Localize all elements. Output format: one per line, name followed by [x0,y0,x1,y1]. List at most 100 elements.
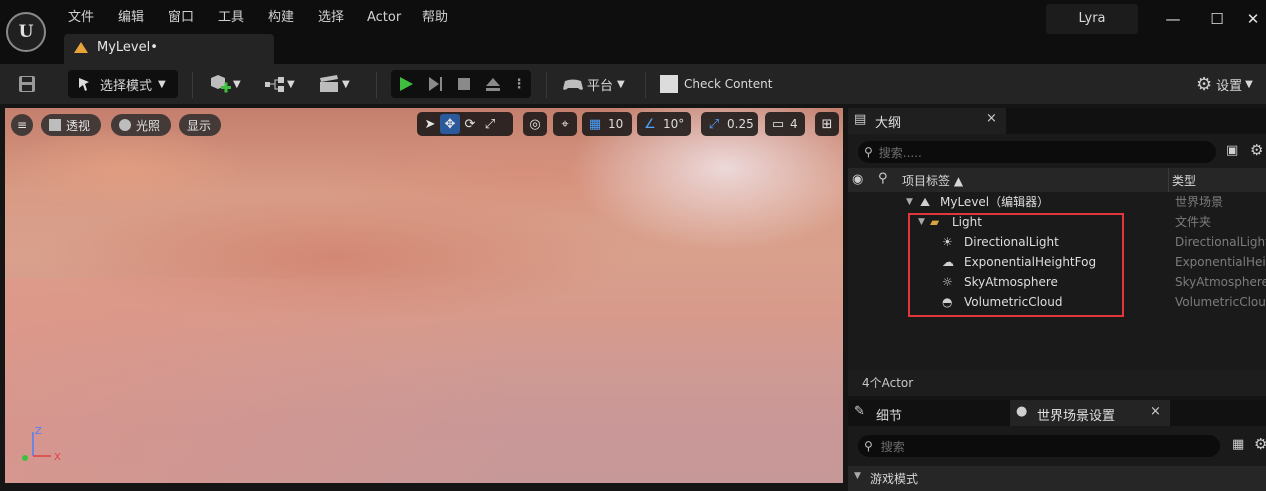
axis-x-label: X [54,452,61,463]
row-type: 文件夹 [1175,215,1212,229]
sky-haze [5,278,843,483]
viewport-layout-button[interactable]: ⊞ [815,112,839,136]
outliner-search-input[interactable]: ⚲ 搜索..... [858,141,1216,163]
outliner-tabstrip: ▤ 大纲 × [848,108,1266,134]
outliner-panel: ▤ 大纲 × ⚲ 搜索..... ▣ ⚙ ◉ ⚲ 项目标签 ▲ 类型 ▼ ⛰ M… [848,108,1266,396]
menu-edit[interactable]: 编辑 [118,8,144,28]
menu-file[interactable]: 文件 [68,8,94,28]
project-name: Lyra [1046,4,1138,34]
tab-details[interactable]: 细节 [876,405,902,424]
gear-icon[interactable]: ⚙ [1254,435,1266,453]
minimize-button[interactable]: — [1158,6,1188,32]
save-button[interactable] [14,70,40,98]
column-divider [1168,168,1169,192]
blueprint-button[interactable]: ▼ [263,70,303,98]
angle-icon: ∠ [644,116,656,132]
pin-icon[interactable]: ⚲ [878,171,888,186]
menu-window[interactable]: 窗口 [168,8,194,28]
level-tab[interactable]: MyLevel• [64,34,274,64]
close-window-button[interactable]: ✕ [1238,6,1266,32]
camera-icon: ▭ [771,116,785,132]
lit-button[interactable]: 光照 [111,114,171,136]
viewport-menu-button[interactable]: ≡ [11,114,33,136]
check-content-icon [660,75,678,93]
tab-world-settings[interactable]: ● 世界场景设置 × [1010,400,1170,426]
scale-snap[interactable]: ⤢ 0.25 [701,112,758,136]
grid-snap[interactable]: ▦ 10 [582,112,632,136]
more-options-icon[interactable]: ⋮ [513,77,526,92]
check-content-button[interactable]: Check Content [660,70,780,98]
cinematics-button[interactable]: ▼ [318,70,358,98]
menu-select[interactable]: 选择 [318,8,344,28]
outliner-tab-label: 大纲 [875,116,902,131]
maximize-button[interactable]: ☐ [1202,6,1232,32]
title-bar: U 文件 编辑 窗口 工具 构建 选择 Actor 帮助 MyLevel• Ly… [0,0,1266,64]
add-folder-icon[interactable]: ▣ [1226,143,1238,158]
select-mode-label: 选择模式 [100,78,153,94]
stop-icon[interactable] [455,75,473,93]
section-label: 游戏模式 [870,472,919,486]
menu-help[interactable]: 帮助 [422,8,448,28]
chevron-down-icon: ▼ [287,78,295,90]
platform-dropdown[interactable]: 平台 ▼ [562,70,632,98]
row-type: ExponentialHeightFog [1175,255,1266,269]
surface-snap-toggle[interactable]: ⌖ [553,112,577,136]
outliner-status: 4个Actor [848,370,1266,396]
section-game-mode[interactable]: ▼ 游戏模式 [848,466,1266,491]
unreal-logo-icon[interactable]: U [6,12,46,52]
row-type: 世界场景 [1175,195,1224,209]
details-search-input[interactable]: ⚲ 搜索 [858,435,1220,457]
outliner-tab[interactable]: ▤ 大纲 × [848,108,1006,134]
column-item-label[interactable]: 项目标签 ▲ [902,172,963,189]
outliner-header: ◉ ⚲ 项目标签 ▲ 类型 [848,168,1266,192]
select-mode-icon [79,78,89,91]
transform-tools: ➤ ✥ ⟳ ⤢ [417,112,513,136]
toolbar-divider [192,72,193,98]
visibility-icon[interactable]: ◉ [852,172,863,187]
table-view-icon[interactable]: ▦ [1232,437,1244,452]
scale-snap-value: 0.25 [727,117,754,131]
perspective-label: 透视 [66,118,91,133]
column-type[interactable]: 类型 [1172,172,1196,189]
menu-build[interactable]: 构建 [268,8,294,28]
details-search-placeholder: 搜索 [880,439,905,454]
world-local-toggle[interactable]: ◎ [523,112,547,136]
camera-speed[interactable]: ▭ 4 [765,112,805,136]
outliner-search-placeholder: 搜索..... [878,145,922,160]
row-label: MyLevel（编辑器） [940,195,1050,209]
hamburger-icon: ≡ [16,118,28,132]
menu-actor[interactable]: Actor [367,8,401,28]
select-mode-dropdown[interactable]: 选择模式 ▼ [68,70,178,98]
chevron-down-icon: ▼ [342,78,350,90]
move-tool-icon[interactable]: ✥ [440,114,460,134]
rotate-tool-icon[interactable]: ⟳ [460,114,480,134]
world-settings-close-icon[interactable]: × [1150,404,1161,419]
step-icon[interactable] [426,75,444,93]
add-actor-button[interactable]: ▼ [207,70,247,98]
settings-button[interactable]: ⚙ 设置 ▼ [1196,70,1264,98]
search-icon: ⚲ [864,439,873,453]
chevron-down-icon: ▼ [906,197,913,207]
eject-icon[interactable] [484,75,502,93]
scale-tool-icon[interactable]: ⤢ [480,114,500,134]
axis-z-label: Z [35,426,42,437]
show-button[interactable]: 显示 [179,114,221,136]
outliner-close-icon[interactable]: × [986,111,997,126]
perspective-button[interactable]: 透视 [41,114,101,136]
level-viewport[interactable]: ≡ 透视 光照 显示 ➤ ✥ ⟳ ⤢ ◎ ⌖ ▦ 10 ∠ 10° ⤢ 0.25… [5,108,843,483]
outliner-row-level[interactable]: ▼ ⛰ MyLevel（编辑器） 世界场景 [848,192,1266,212]
rotation-snap[interactable]: ∠ 10° [637,112,691,136]
toolbar-divider [376,72,377,98]
level-tab-label: MyLevel• [97,40,158,55]
toolbar-divider [645,72,646,98]
menu-tools[interactable]: 工具 [218,8,244,28]
sphere-icon [119,119,131,131]
select-tool-icon[interactable]: ➤ [420,114,440,134]
play-icon[interactable] [397,75,415,93]
toolbar-divider [546,72,547,98]
row-type: DirectionalLight [1175,235,1266,249]
save-icon [19,76,35,92]
gear-icon[interactable]: ⚙ [1250,141,1263,159]
chevron-down-icon: ▼ [233,78,241,90]
world-settings-label: 世界场景设置 [1037,409,1116,424]
